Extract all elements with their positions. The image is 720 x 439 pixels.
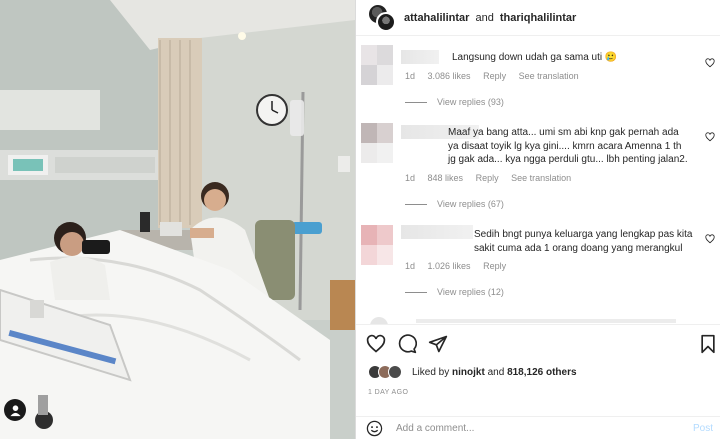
tagged-users-button[interactable] <box>4 399 26 421</box>
commenter-username[interactable] <box>401 50 439 64</box>
avatar[interactable] <box>361 45 393 85</box>
comment-like-count[interactable]: 3.086 likes <box>428 71 471 81</box>
comment-meta: 1d 3.086 likes Reply See translation <box>405 71 589 81</box>
replies-divider <box>405 203 427 205</box>
comment-list[interactable]: Langsung down udah ga sama uti 🥲 1d 3.08… <box>356 37 720 324</box>
comment-input[interactable]: Add a comment... <box>396 423 693 434</box>
reply-button[interactable]: Reply <box>483 71 506 81</box>
comment-time[interactable]: 1d <box>405 261 415 271</box>
view-replies-button[interactable]: View replies (93) <box>405 97 504 107</box>
replies-divider <box>405 101 427 103</box>
liker-username[interactable]: ninojkt <box>452 367 485 378</box>
heart-icon[interactable] <box>366 334 386 354</box>
post-photo[interactable] <box>0 0 355 439</box>
bookmark-icon[interactable] <box>698 334 718 354</box>
reply-button[interactable]: Reply <box>483 261 506 271</box>
hospital-room-image <box>0 0 355 439</box>
heart-icon[interactable] <box>705 58 715 68</box>
avatar[interactable] <box>376 11 396 32</box>
send-icon[interactable] <box>428 334 448 354</box>
see-translation-button[interactable]: See translation <box>511 173 571 183</box>
reply-button[interactable]: Reply <box>476 173 499 183</box>
author-username-2[interactable]: thariqhalilintar <box>500 12 576 24</box>
post-timestamp[interactable]: 1 DAY AGO <box>368 389 408 396</box>
comment-icon[interactable] <box>397 334 417 354</box>
comment-item: Sedih bngt punya keluarga yang lengkap p… <box>356 223 720 318</box>
likes-summary: Liked by ninojkt and 818,126 others <box>368 365 577 379</box>
comment-item: Maaf ya bang atta... umi sm abi knp gak … <box>356 121 720 221</box>
avatar[interactable] <box>361 225 393 265</box>
post-comment-button[interactable]: Post <box>693 423 713 434</box>
smiley-icon[interactable] <box>366 420 383 437</box>
heart-icon[interactable] <box>705 132 715 142</box>
comment-item: Langsung down udah ga sama uti 🥲 1d 3.08… <box>356 37 720 117</box>
likes-suffix: and <box>487 366 505 378</box>
replies-divider <box>405 291 427 293</box>
view-replies-label: View replies (67) <box>437 199 504 209</box>
likes-count[interactable]: 818,126 others <box>507 367 577 378</box>
comment-item <box>356 317 720 324</box>
liker-avatars[interactable] <box>368 365 406 379</box>
comment-text: Sedih bngt punya keluarga yang lengkap p… <box>474 229 693 254</box>
collab-avatars[interactable] <box>368 3 396 32</box>
view-replies-label: View replies (93) <box>437 97 504 107</box>
view-replies-button[interactable]: View replies (12) <box>405 287 504 297</box>
post-actions: Liked by ninojkt and 818,126 others <box>356 324 720 388</box>
likes-prefix: Liked by <box>412 366 450 378</box>
user-tag-icon <box>9 404 21 416</box>
comment-text-cutoff <box>416 319 676 323</box>
post-header: attahalilintar and thariqhalilintar <box>356 0 720 36</box>
view-replies-button[interactable]: View replies (67) <box>405 199 504 209</box>
authors-conjunction: and <box>475 11 494 24</box>
comment-text: Langsung down udah ga sama uti 🥲 <box>452 52 618 63</box>
comment-time[interactable]: 1d <box>405 71 415 81</box>
avatar[interactable] <box>361 123 393 163</box>
heart-icon[interactable] <box>705 234 715 244</box>
see-translation-button[interactable]: See translation <box>519 71 579 81</box>
post-authors: attahalilintar and thariqhalilintar <box>404 12 576 24</box>
view-replies-label: View replies (12) <box>437 287 504 297</box>
add-comment-bar: Add a comment... Post <box>356 416 720 439</box>
author-username-1[interactable]: attahalilintar <box>404 12 469 24</box>
comment-time[interactable]: 1d <box>405 173 415 183</box>
comment-like-count[interactable]: 1.026 likes <box>428 261 471 271</box>
commenter-username[interactable] <box>401 225 473 239</box>
avatar[interactable] <box>388 365 402 379</box>
avatar[interactable] <box>370 317 388 324</box>
comment-like-count[interactable]: 848 likes <box>428 173 464 183</box>
comment-meta: 1d 848 likes Reply See translation <box>405 173 581 183</box>
comment-meta: 1d 1.026 likes Reply <box>405 261 516 271</box>
post-side-panel: attahalilintar and thariqhalilintar Lang… <box>355 0 720 439</box>
comment-text: Maaf ya bang atta... umi sm abi knp gak … <box>448 127 688 165</box>
